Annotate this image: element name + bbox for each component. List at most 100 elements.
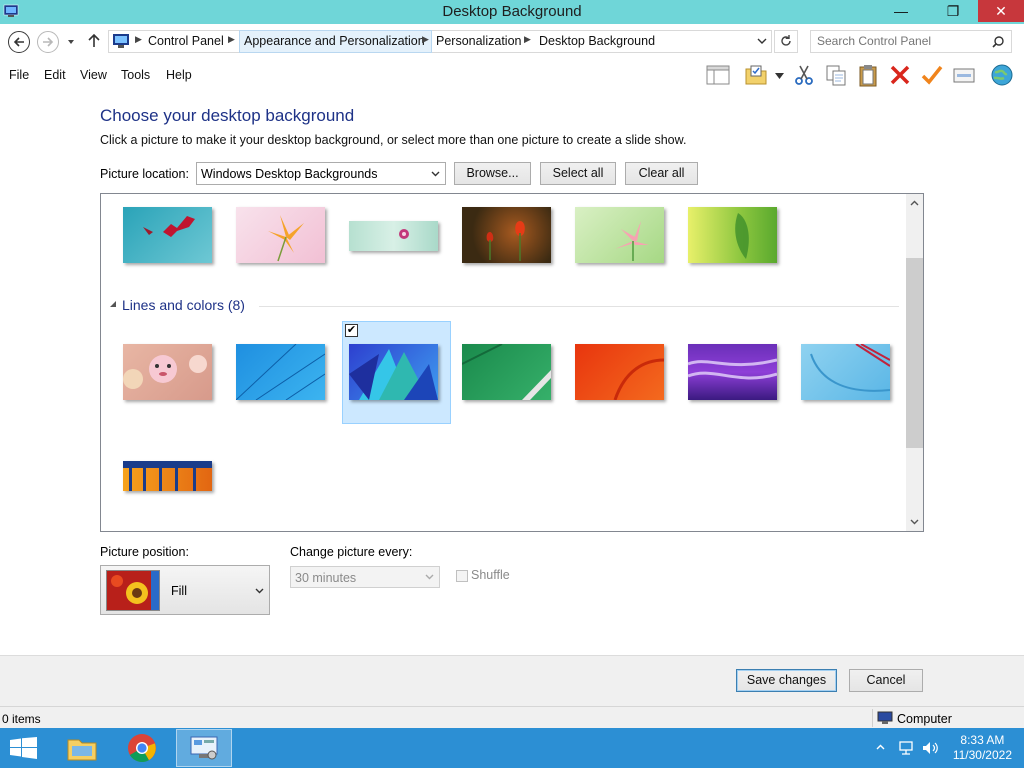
zone-label: Computer (897, 712, 952, 726)
window-title: Desktop Background (442, 3, 582, 20)
wallpaper-thumbnail[interactable] (123, 207, 212, 263)
chevron-down-icon (431, 171, 440, 177)
wallpaper-thumbnail[interactable] (123, 344, 212, 400)
file-explorer-icon (67, 739, 97, 761)
clock-date: 11/30/2022 (952, 748, 1012, 762)
cut-icon[interactable] (792, 63, 816, 87)
check-icon[interactable] (920, 63, 944, 87)
taskbar-chrome[interactable] (115, 729, 171, 767)
delete-icon[interactable] (888, 63, 912, 87)
refresh-icon (781, 35, 791, 46)
windows-start-icon[interactable] (10, 737, 37, 759)
wallpaper-thumbnail[interactable] (349, 221, 438, 251)
breadcrumb-separator-icon[interactable]: ▶ (135, 34, 142, 45)
search-icon[interactable] (991, 35, 1005, 49)
browse-button[interactable]: Browse... (454, 162, 531, 185)
back-arrow-icon (13, 37, 24, 47)
picture-location-value: Windows Desktop Backgrounds (201, 167, 378, 181)
main-content: Choose your desktop background Click a p… (0, 90, 1024, 655)
change-interval-value: 30 minutes (295, 571, 357, 585)
breadcrumb-separator-icon[interactable]: ▶ (228, 34, 235, 45)
clear-all-button[interactable]: Clear all (625, 162, 698, 185)
paste-icon[interactable] (856, 63, 880, 87)
back-button[interactable] (8, 31, 30, 53)
wallpaper-thumbnail[interactable] (688, 344, 777, 400)
globe-icon[interactable] (990, 63, 1014, 87)
wallpaper-thumbnail[interactable] (123, 461, 212, 491)
breadcrumb-personalization[interactable]: Personalization (436, 34, 521, 48)
cancel-button[interactable]: Cancel (849, 669, 923, 692)
save-changes-button[interactable]: Save changes (736, 669, 837, 692)
address-bar: ▶ Control Panel ▶ Appearance and Persona… (0, 24, 1024, 60)
collapse-triangle-icon[interactable] (109, 300, 117, 308)
search-input[interactable] (817, 34, 987, 48)
refresh-button[interactable] (774, 30, 798, 53)
taskbar-file-explorer[interactable] (54, 729, 110, 767)
wallpaper-thumbnail[interactable] (575, 344, 664, 400)
wallpaper-thumbnail[interactable] (236, 344, 325, 400)
status-divider (872, 709, 873, 727)
select-all-button[interactable]: Select all (540, 162, 616, 185)
picture-location-dropdown[interactable]: Windows Desktop Backgrounds (196, 162, 446, 185)
instructions-text: Click a picture to make it your desktop … (100, 133, 687, 147)
change-interval-dropdown[interactable]: 30 minutes (290, 566, 440, 588)
menu-view[interactable]: View (80, 68, 107, 82)
breadcrumb-desktop-background[interactable]: Desktop Background (539, 34, 655, 48)
close-button[interactable]: ✕ (978, 0, 1024, 22)
menu-file[interactable]: File (9, 68, 29, 82)
minimize-button[interactable]: — (886, 0, 916, 22)
status-bar: 0 items Computer (0, 706, 1024, 728)
menu-edit[interactable]: Edit (44, 68, 66, 82)
folder-options-icon[interactable] (744, 63, 768, 87)
picture-position-dropdown[interactable]: Fill (100, 565, 270, 615)
scroll-down-icon[interactable] (910, 519, 919, 525)
wallpaper-thumbnail[interactable] (462, 344, 551, 400)
layout-icon[interactable] (706, 63, 730, 87)
breadcrumb-appearance[interactable]: Appearance and Personalization (244, 34, 425, 48)
selected-checkbox[interactable]: ✔ (345, 324, 358, 337)
wallpaper-thumbnail-selected[interactable] (349, 344, 438, 400)
forward-button[interactable] (37, 31, 59, 53)
taskbar-clock[interactable]: 8:33 AM 11/30/2022 (953, 733, 1012, 763)
gallery-scrollbar[interactable] (906, 194, 923, 531)
menu-tools[interactable]: Tools (121, 68, 150, 82)
chevron-down-icon[interactable] (775, 73, 784, 79)
up-arrow-icon[interactable] (87, 33, 101, 49)
properties-icon[interactable] (952, 63, 976, 87)
shuffle-label: Shuffle (471, 568, 510, 582)
recent-locations-icon[interactable] (66, 37, 76, 47)
wallpaper-thumbnail[interactable] (688, 207, 777, 263)
taskbar: 8:33 AM 11/30/2022 (0, 728, 1024, 768)
network-icon[interactable] (898, 740, 914, 756)
picture-location-label: Picture location: (100, 167, 189, 181)
title-bar: Desktop Background — ❐ ✕ (0, 0, 1024, 24)
shuffle-checkbox[interactable] (456, 570, 468, 582)
change-picture-label: Change picture every: (290, 545, 413, 559)
group-title[interactable]: Lines and colors (8) (122, 297, 245, 313)
search-box[interactable] (810, 30, 1012, 53)
show-hidden-icons-icon[interactable] (876, 744, 885, 750)
chevron-down-icon[interactable] (757, 38, 767, 46)
breadcrumb-separator-icon[interactable]: ▶ (524, 34, 531, 45)
address-box[interactable]: ▶ Control Panel ▶ Appearance and Persona… (108, 30, 772, 53)
page-title: Choose your desktop background (100, 106, 355, 125)
chevron-down-icon (425, 574, 434, 580)
wallpaper-thumbnail[interactable] (236, 207, 325, 263)
wallpaper-thumbnail[interactable] (575, 207, 664, 263)
copy-icon[interactable] (824, 63, 848, 87)
wallpaper-thumbnail[interactable] (801, 344, 890, 400)
volume-icon[interactable] (921, 740, 939, 756)
computer-icon (877, 711, 893, 724)
control-panel-icon (190, 736, 218, 760)
wallpaper-thumbnail[interactable] (462, 207, 551, 263)
scrollbar-thumb[interactable] (906, 258, 923, 448)
breadcrumb-separator-icon[interactable]: ▶ (422, 34, 429, 45)
dialog-button-bar: Save changes Cancel (0, 655, 1024, 706)
menu-help[interactable]: Help (166, 68, 192, 82)
taskbar-control-panel[interactable] (176, 729, 232, 767)
scroll-up-icon[interactable] (910, 200, 919, 206)
forward-arrow-icon (43, 37, 54, 47)
breadcrumb-control-panel[interactable]: Control Panel (148, 34, 224, 48)
maximize-button[interactable]: ❐ (938, 0, 968, 22)
chrome-icon (128, 734, 156, 762)
